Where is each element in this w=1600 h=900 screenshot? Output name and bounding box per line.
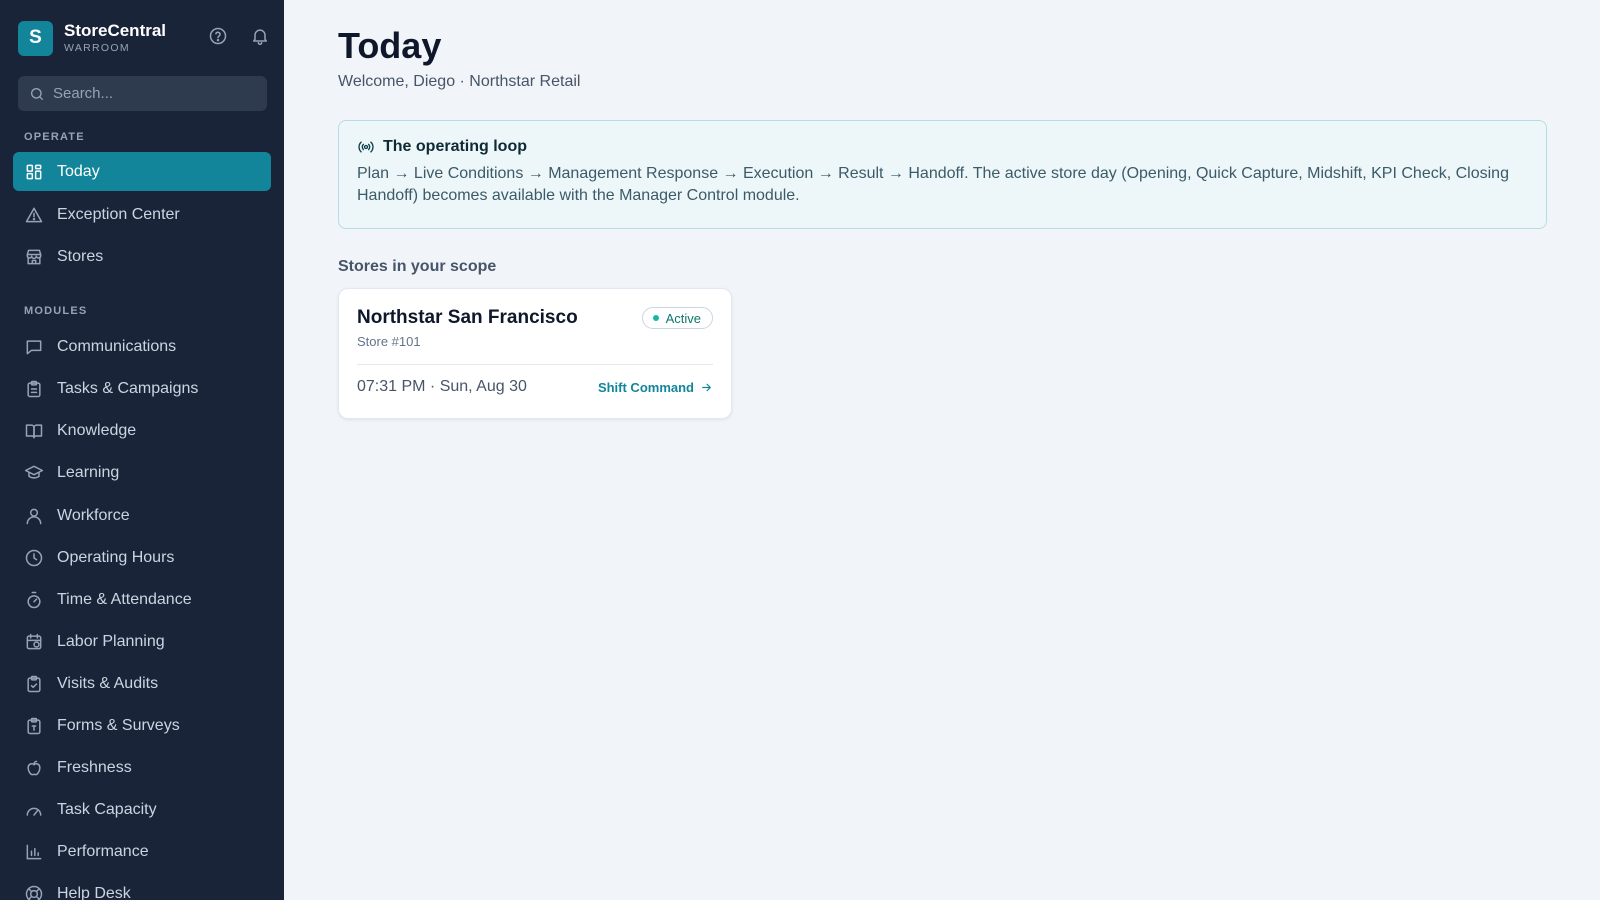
sidebar-item-label: Learning (57, 463, 120, 481)
sidebar-item-label: Knowledge (57, 421, 137, 439)
clipboard-check-icon (24, 674, 44, 694)
sidebar-item-performance[interactable]: Performance (13, 832, 271, 871)
shift-command-label: Shift Command (597, 379, 694, 395)
storefront-icon (24, 247, 44, 267)
dashboard-grid-icon (24, 162, 44, 182)
sidebar-item-label: Operating Hours (57, 548, 175, 566)
status-dot-icon (652, 315, 659, 321)
timer-icon (24, 590, 44, 610)
operating-loop-callout: The operating loop Plan → Live Condition… (338, 120, 1547, 229)
sidebar-item-visits-audits[interactable]: Visits & Audits (13, 664, 271, 703)
brand-logo[interactable]: S (18, 20, 53, 56)
sidebar-item-tasks-campaigns[interactable]: Tasks & Campaigns (13, 369, 271, 408)
page-subtitle: Welcome, Diego · Northstar Retail (338, 73, 581, 90)
shift-command-link[interactable]: Shift Command (598, 380, 713, 395)
search-input[interactable] (53, 85, 253, 102)
help-circle-icon[interactable] (208, 26, 228, 46)
apple-icon (24, 758, 44, 778)
sidebar-item-knowledge[interactable]: Knowledge (13, 411, 271, 450)
status-badge: Active (641, 307, 713, 329)
bar-chart-icon (24, 842, 44, 862)
arrow-right-icon (702, 383, 711, 391)
app-root: S StoreCentral WARROOM OPERATE Today (0, 0, 1600, 900)
sidebar-item-today[interactable]: Today (13, 152, 271, 191)
sidebar-item-learning[interactable]: Learning (13, 453, 271, 492)
status-badge-label: Active (665, 310, 701, 326)
sidebar-item-label: Time & Attendance (57, 590, 192, 608)
card-divider (357, 364, 713, 365)
sidebar-item-operating-hours[interactable]: Operating Hours (13, 538, 271, 577)
callout-header: The operating loop (357, 138, 1528, 156)
sidebar-item-freshness[interactable]: Freshness (13, 748, 271, 787)
user-icon (24, 506, 44, 526)
brand-subtitle: WARROOM (64, 42, 130, 54)
book-open-icon (24, 421, 44, 441)
clock-icon (24, 548, 44, 568)
graduation-cap-icon (24, 463, 44, 483)
sidebar-item-label: Stores (57, 247, 104, 265)
brand-text: StoreCentral WARROOM (64, 21, 166, 55)
sidebar-item-label: Task Capacity (57, 800, 157, 818)
sidebar-item-label: Freshness (57, 758, 132, 776)
sidebar-item-label: Labor Planning (57, 632, 165, 650)
bell-icon[interactable] (250, 26, 270, 46)
page-title: Today (338, 25, 442, 66)
sidebar-item-label: Tasks & Campaigns (57, 379, 199, 397)
store-number: Store #101 (357, 334, 421, 349)
store-card[interactable]: Northstar San Francisco Store #101 Activ… (338, 288, 732, 419)
sidebar-item-labor-planning[interactable]: Labor Planning (13, 622, 271, 661)
search-box[interactable] (18, 76, 267, 111)
store-card-footer: 07:31 PM · Sun, Aug 30 Shift Command (357, 378, 713, 396)
section-label-modules: MODULES (24, 305, 88, 317)
chat-bubble-icon (24, 337, 44, 357)
callout-body: Plan → Live Conditions → Management Resp… (357, 165, 1509, 204)
sidebar-item-label: Communications (57, 337, 177, 355)
search-icon (31, 87, 43, 100)
calendar-clock-icon (24, 632, 44, 652)
callout-title: The operating loop (383, 138, 527, 155)
sidebar-item-time-attendance[interactable]: Time & Attendance (13, 580, 271, 619)
sidebar-item-label: Forms & Surveys (57, 716, 180, 734)
main-content: Today Welcome, Diego · Northstar Retail … (284, 0, 1600, 900)
sidebar-item-task-capacity[interactable]: Task Capacity (13, 790, 271, 829)
sidebar-item-label: Performance (57, 842, 149, 860)
section-label-operate: OPERATE (24, 131, 85, 143)
sidebar-item-stores[interactable]: Stores (13, 237, 271, 276)
sidebar-item-label: Exception Center (57, 205, 180, 223)
brand-header: S StoreCentral WARROOM (18, 20, 270, 56)
sidebar-item-label: Help Desk (57, 884, 131, 900)
clipboard-list-icon (24, 379, 44, 399)
sidebar-item-help-desk[interactable]: Help Desk (13, 874, 271, 900)
warning-triangle-icon (24, 205, 44, 225)
sidebar-item-label: Visits & Audits (57, 674, 159, 692)
broadcast-icon (358, 141, 374, 153)
lifebuoy-icon (24, 884, 44, 900)
sidebar-item-label: Workforce (57, 506, 130, 524)
gauge-icon (24, 800, 44, 820)
sidebar-item-workforce[interactable]: Workforce (13, 496, 271, 535)
store-datetime: 07:31 PM · Sun, Aug 30 (357, 378, 527, 395)
sidebar-item-communications[interactable]: Communications (13, 327, 271, 366)
sidebar: S StoreCentral WARROOM OPERATE Today (0, 0, 284, 900)
clipboard-form-icon (24, 716, 44, 736)
stores-section-label: Stores in your scope (338, 258, 497, 275)
header-icons (208, 26, 270, 46)
sidebar-item-label: Today (57, 162, 100, 180)
sidebar-item-exception-center[interactable]: Exception Center (13, 195, 271, 234)
sidebar-item-forms-surveys[interactable]: Forms & Surveys (13, 706, 271, 745)
brand-name: StoreCentral (64, 21, 167, 40)
